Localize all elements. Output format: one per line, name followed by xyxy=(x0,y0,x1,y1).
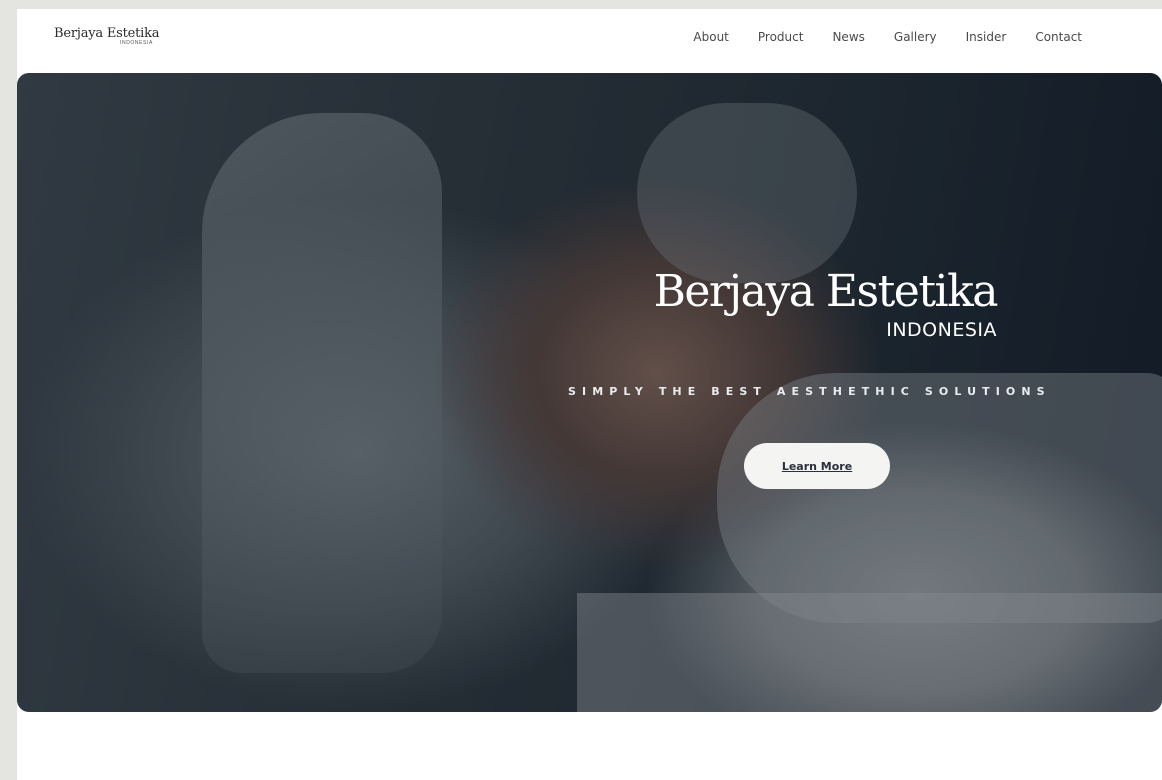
site-header: Berjaya Estetika INDONESIA About Product… xyxy=(17,9,1162,71)
hero-brand: Berjaya Estetika INDONESIA xyxy=(637,266,999,342)
nav-item-gallery[interactable]: Gallery xyxy=(894,29,937,45)
nav-item-about[interactable]: About xyxy=(693,29,728,45)
learn-more-button[interactable]: Learn More xyxy=(744,443,890,489)
logo-name: Berjaya Estetika xyxy=(54,26,160,41)
logo-subtitle: INDONESIA xyxy=(120,40,153,46)
hero-tagline: SIMPLY THE BEST AESTHETHIC SOLUTIONS xyxy=(568,385,1051,398)
hero-title: Berjaya Estetika xyxy=(653,266,999,317)
nav-item-contact[interactable]: Contact xyxy=(1035,29,1082,45)
hero-banner: Berjaya Estetika INDONESIA SIMPLY THE BE… xyxy=(17,73,1162,712)
main-nav: About Product News Gallery Insider Conta… xyxy=(664,29,1082,45)
page: Berjaya Estetika INDONESIA About Product… xyxy=(17,9,1162,780)
nav-item-product[interactable]: Product xyxy=(758,29,804,45)
nav-item-news[interactable]: News xyxy=(832,29,864,45)
hero-subtitle: INDONESIA xyxy=(886,319,997,341)
logo[interactable]: Berjaya Estetika INDONESIA xyxy=(54,26,174,52)
nav-item-insider[interactable]: Insider xyxy=(966,29,1007,45)
